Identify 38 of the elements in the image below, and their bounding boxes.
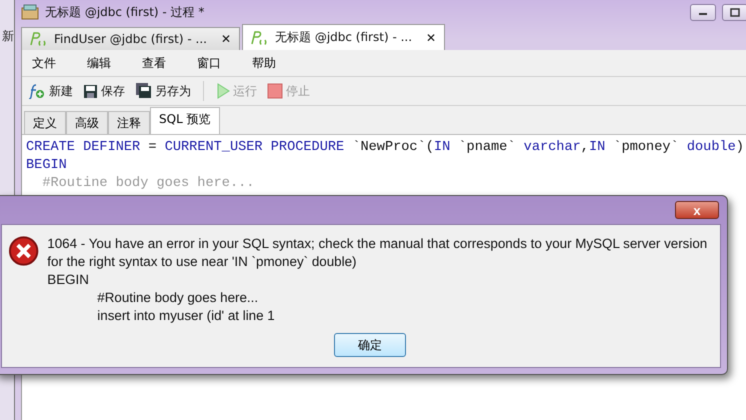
toolbar-button[interactable]: 新建 bbox=[26, 82, 75, 100]
close-icon[interactable]: ✕ bbox=[220, 32, 232, 46]
menu-item[interactable]: 帮助 bbox=[248, 54, 287, 72]
window-app-icon bbox=[21, 4, 39, 20]
editor-tab[interactable]: 高级 bbox=[66, 111, 108, 134]
play-icon bbox=[216, 83, 230, 99]
code-line: #Routine body goes here... bbox=[41, 175, 256, 193]
document-tab[interactable]: 无标题 @jdbc (first) - ... ✕ bbox=[242, 24, 446, 50]
procedure-icon bbox=[249, 30, 270, 46]
window-title: 无标题 @jdbc (first) - 过程 * bbox=[45, 4, 204, 20]
error-message: 1064 - You have an error in your SQL syntax; check the manual that corresponds to your MySQL server version for the right syntax to use near 'IN `pmoney` double) bbox=[47, 235, 708, 271]
minimize-button[interactable] bbox=[690, 4, 716, 20]
function-icon bbox=[28, 83, 46, 99]
menu-item[interactable]: 编辑 bbox=[83, 54, 122, 72]
menu-item[interactable]: 查看 bbox=[138, 54, 177, 72]
menu-item[interactable]: 窗口 bbox=[193, 54, 232, 72]
toolbar-button[interactable]: 保存 bbox=[81, 82, 127, 100]
error-icon bbox=[8, 235, 40, 267]
toolbar-button[interactable]: 另存为 bbox=[133, 82, 193, 100]
error-message: BEGIN bbox=[47, 271, 90, 289]
code-line: BEGIN bbox=[26, 157, 68, 175]
error-message: insert into myuser (id' at line 1 bbox=[96, 307, 276, 325]
document-tab[interactable]: FindUser @jdbc (first) - ... ✕ bbox=[21, 27, 240, 50]
editor-tab[interactable]: 定义 bbox=[24, 111, 66, 134]
close-icon[interactable]: ✕ bbox=[426, 30, 436, 44]
error-message: #Routine body goes here... bbox=[96, 289, 260, 307]
menu-item[interactable]: 文件 bbox=[28, 54, 67, 72]
maximize-button[interactable] bbox=[722, 4, 746, 20]
procedure-icon bbox=[28, 31, 48, 47]
stop-icon bbox=[267, 83, 283, 99]
close-button[interactable]: x bbox=[675, 201, 719, 219]
toolbar-label[interactable]: 新 bbox=[0, 28, 14, 45]
code-line: CREATE DEFINER = CURRENT_USER PROCEDURE `NewProc`(IN `pname` varchar,IN `pmoney` double) bbox=[26, 139, 744, 157]
ok-button[interactable]: 确定 bbox=[334, 333, 406, 357]
editor-tab[interactable]: 注释 bbox=[108, 111, 150, 134]
maximize-icon bbox=[730, 8, 740, 16]
floppy-disks-icon bbox=[135, 83, 152, 99]
editor-tab[interactable]: SQL 预览 bbox=[150, 107, 220, 134]
